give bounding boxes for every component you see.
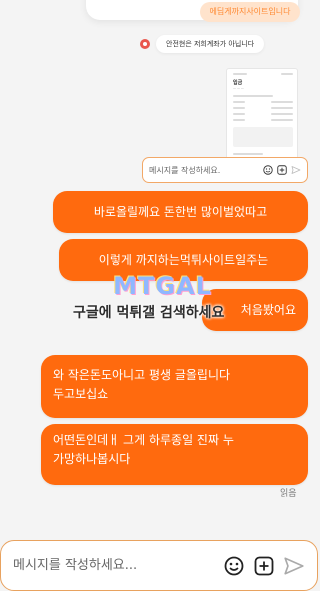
message-text-line: 두고보십쇼 — [53, 387, 109, 401]
watermark-logo: MTGAL — [113, 272, 212, 300]
message-input-bar — [0, 540, 318, 591]
read-receipt: 읽음 — [280, 489, 297, 499]
system-notice-text: 안전현은 저희계좌가 아닙니다 — [156, 35, 265, 53]
embedded-message-input: 메시지를 작성하세요. — [142, 157, 308, 183]
message-bubble[interactable]: 바로올릴께요 돈한번 많이벌었따고 — [53, 191, 308, 233]
send-icon[interactable] — [283, 555, 305, 577]
alert-icon — [140, 39, 150, 49]
message-text-line: 어떤돈인데ㅐ 그게 하루종일 진짜 누 — [53, 433, 234, 447]
chat-screen: 에딥게까지사이트입니다 안전현은 저희계좌가 아닙니다 입금 — — — 메시지… — [0, 0, 318, 591]
message-input[interactable] — [13, 558, 215, 573]
message-bubble[interactable]: 와 작은돈도아니고 평생 글올립니다 두고보십쇼 — [41, 355, 308, 418]
plus-square-icon — [277, 165, 287, 175]
message-text: 이렇게 까지하는먹튀사이트일주는 — [98, 252, 269, 267]
plus-square-icon[interactable] — [253, 555, 275, 577]
message-bubble[interactable]: 어떤돈인데ㅐ 그게 하루종일 진짜 누 가망하나봅시다 — [41, 424, 308, 485]
embedded-input-placeholder: 메시지를 작성하세요. — [149, 165, 221, 175]
message-text: 처음봤어요 — [240, 302, 296, 317]
send-icon — [291, 165, 301, 175]
watermark-caption: 구글에 먹튀갤 검색하세요 — [73, 305, 225, 321]
smiley-icon[interactable] — [223, 555, 245, 577]
attached-screenshot-image[interactable]: 입금 — — — — [226, 68, 298, 164]
message-text-line: 와 작은돈도아니고 평생 글올립니다 — [53, 368, 231, 382]
message-text-line: 가망하나봅시다 — [53, 452, 131, 466]
previous-message-partial: 에딥게까지사이트입니다 — [200, 2, 300, 22]
smiley-icon — [263, 165, 273, 175]
system-notice-row: 안전현은 저희계좌가 아닙니다 — [140, 33, 265, 55]
message-text: 바로올릴께요 돈한번 많이벌었따고 — [93, 204, 268, 219]
